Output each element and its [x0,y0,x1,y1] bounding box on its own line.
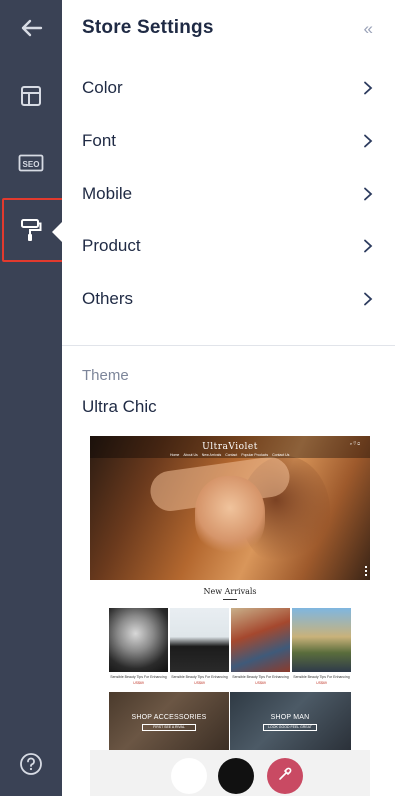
swatch-black[interactable] [218,758,254,794]
menu-item-mobile[interactable]: Mobile [62,167,395,220]
store-settings-panel: Store Settings « Color Font Mobile Produ… [62,0,395,796]
active-item-pointer [52,222,62,242]
menu-item-label: Product [82,235,141,255]
page-title: Store Settings [82,17,214,38]
preview-brand: UltraViolet [202,442,258,452]
preview-product-price: US$69 [194,681,205,685]
preview-product-name: Sensible Beauty Tips For Enhancing [232,675,289,679]
preview-title-underline [223,599,237,600]
preview-banner-man: SHOP MAN LOOK GOOD FEEL GREAT [230,692,351,752]
menu-item-product[interactable]: Product [62,219,395,272]
chevron-right-icon [364,134,373,147]
preview-nav-item: Contact [225,453,238,457]
seo-icon-label: SEO [23,160,40,169]
preview-product-image [109,608,168,672]
chevron-right-icon [364,81,373,94]
theme-preview[interactable]: UltraViolet ⌕ ♡ ⊡ Home About Us New Arri… [90,436,370,756]
preview-product-name: Sensible Beauty Tips For Enhancing [171,675,228,679]
menu-item-label: Font [82,130,117,150]
help-button[interactable] [0,746,62,786]
menu-item-label: Mobile [82,183,133,203]
preview-nav-item: Home [170,453,180,457]
preview-nav-item: New Arrivals [201,453,222,457]
eyedropper-icon [277,766,293,787]
preview-banner-title: SHOP MAN [270,714,310,721]
preview-nav-item: Popular Products [241,453,269,457]
chevron-right-icon [364,187,373,200]
preview-product-price: US$69 [133,681,144,685]
seo-icon: SEO [18,153,44,173]
preview-hero-image: UltraViolet ⌕ ♡ ⊡ Home About Us New Arri… [90,436,370,580]
hero-face-shape [195,476,265,556]
back-button[interactable] [0,2,62,54]
menu-item-label: Color [82,77,123,97]
swatch-white[interactable] [171,758,207,794]
preview-section-title: New Arrivals [203,587,257,596]
menu-item-color[interactable]: Color [62,61,395,114]
preview-nav-item: Contact Us [272,453,290,457]
preview-product-price: US$69 [316,681,327,685]
preview-banner-button: LOOK GOOD FEEL GREAT [263,724,317,731]
rail-item-seo[interactable]: SEO [0,137,62,189]
preview-product-price: US$69 [255,681,266,685]
preview-product-image [170,608,229,672]
swatch-custom-color[interactable] [267,758,303,794]
chevron-right-icon [364,292,373,305]
hero-slider-dots [365,566,367,576]
preview-product-image [292,608,351,672]
sidebar-rail: SEO [0,0,70,796]
color-palette [90,750,370,796]
theme-name: Ultra Chic [82,397,157,416]
section-divider [62,345,395,346]
help-icon [19,752,43,781]
preview-product-image [231,608,290,672]
collapse-panel-button[interactable]: « [364,19,373,39]
preview-product-name: Sensible Beauty Tips For Enhancing [293,675,350,679]
menu-item-label: Others [82,288,134,308]
preview-product-name: Sensible Beauty Tips For Enhancing [110,675,167,679]
preview-nav-item: About Us [183,453,198,457]
layout-icon [20,85,42,107]
preview-banner-accessories: SHOP ACCESSORIES FIRST SEE A RIVAL [109,692,229,752]
preview-banner-button: FIRST SEE A RIVAL [142,724,196,731]
chevron-right-icon [364,239,373,252]
menu-item-others[interactable]: Others [62,272,395,325]
preview-nav: Home About Us New Arrivals Contact Popul… [170,453,289,457]
theme-section-label: Theme [82,367,129,384]
rail-item-layout[interactable] [0,70,62,122]
preview-header-icons: ⌕ ♡ ⊡ [349,441,360,446]
preview-banner-title: SHOP ACCESSORIES [131,714,207,721]
menu-item-font[interactable]: Font [62,114,395,167]
back-arrow-icon [19,18,43,38]
